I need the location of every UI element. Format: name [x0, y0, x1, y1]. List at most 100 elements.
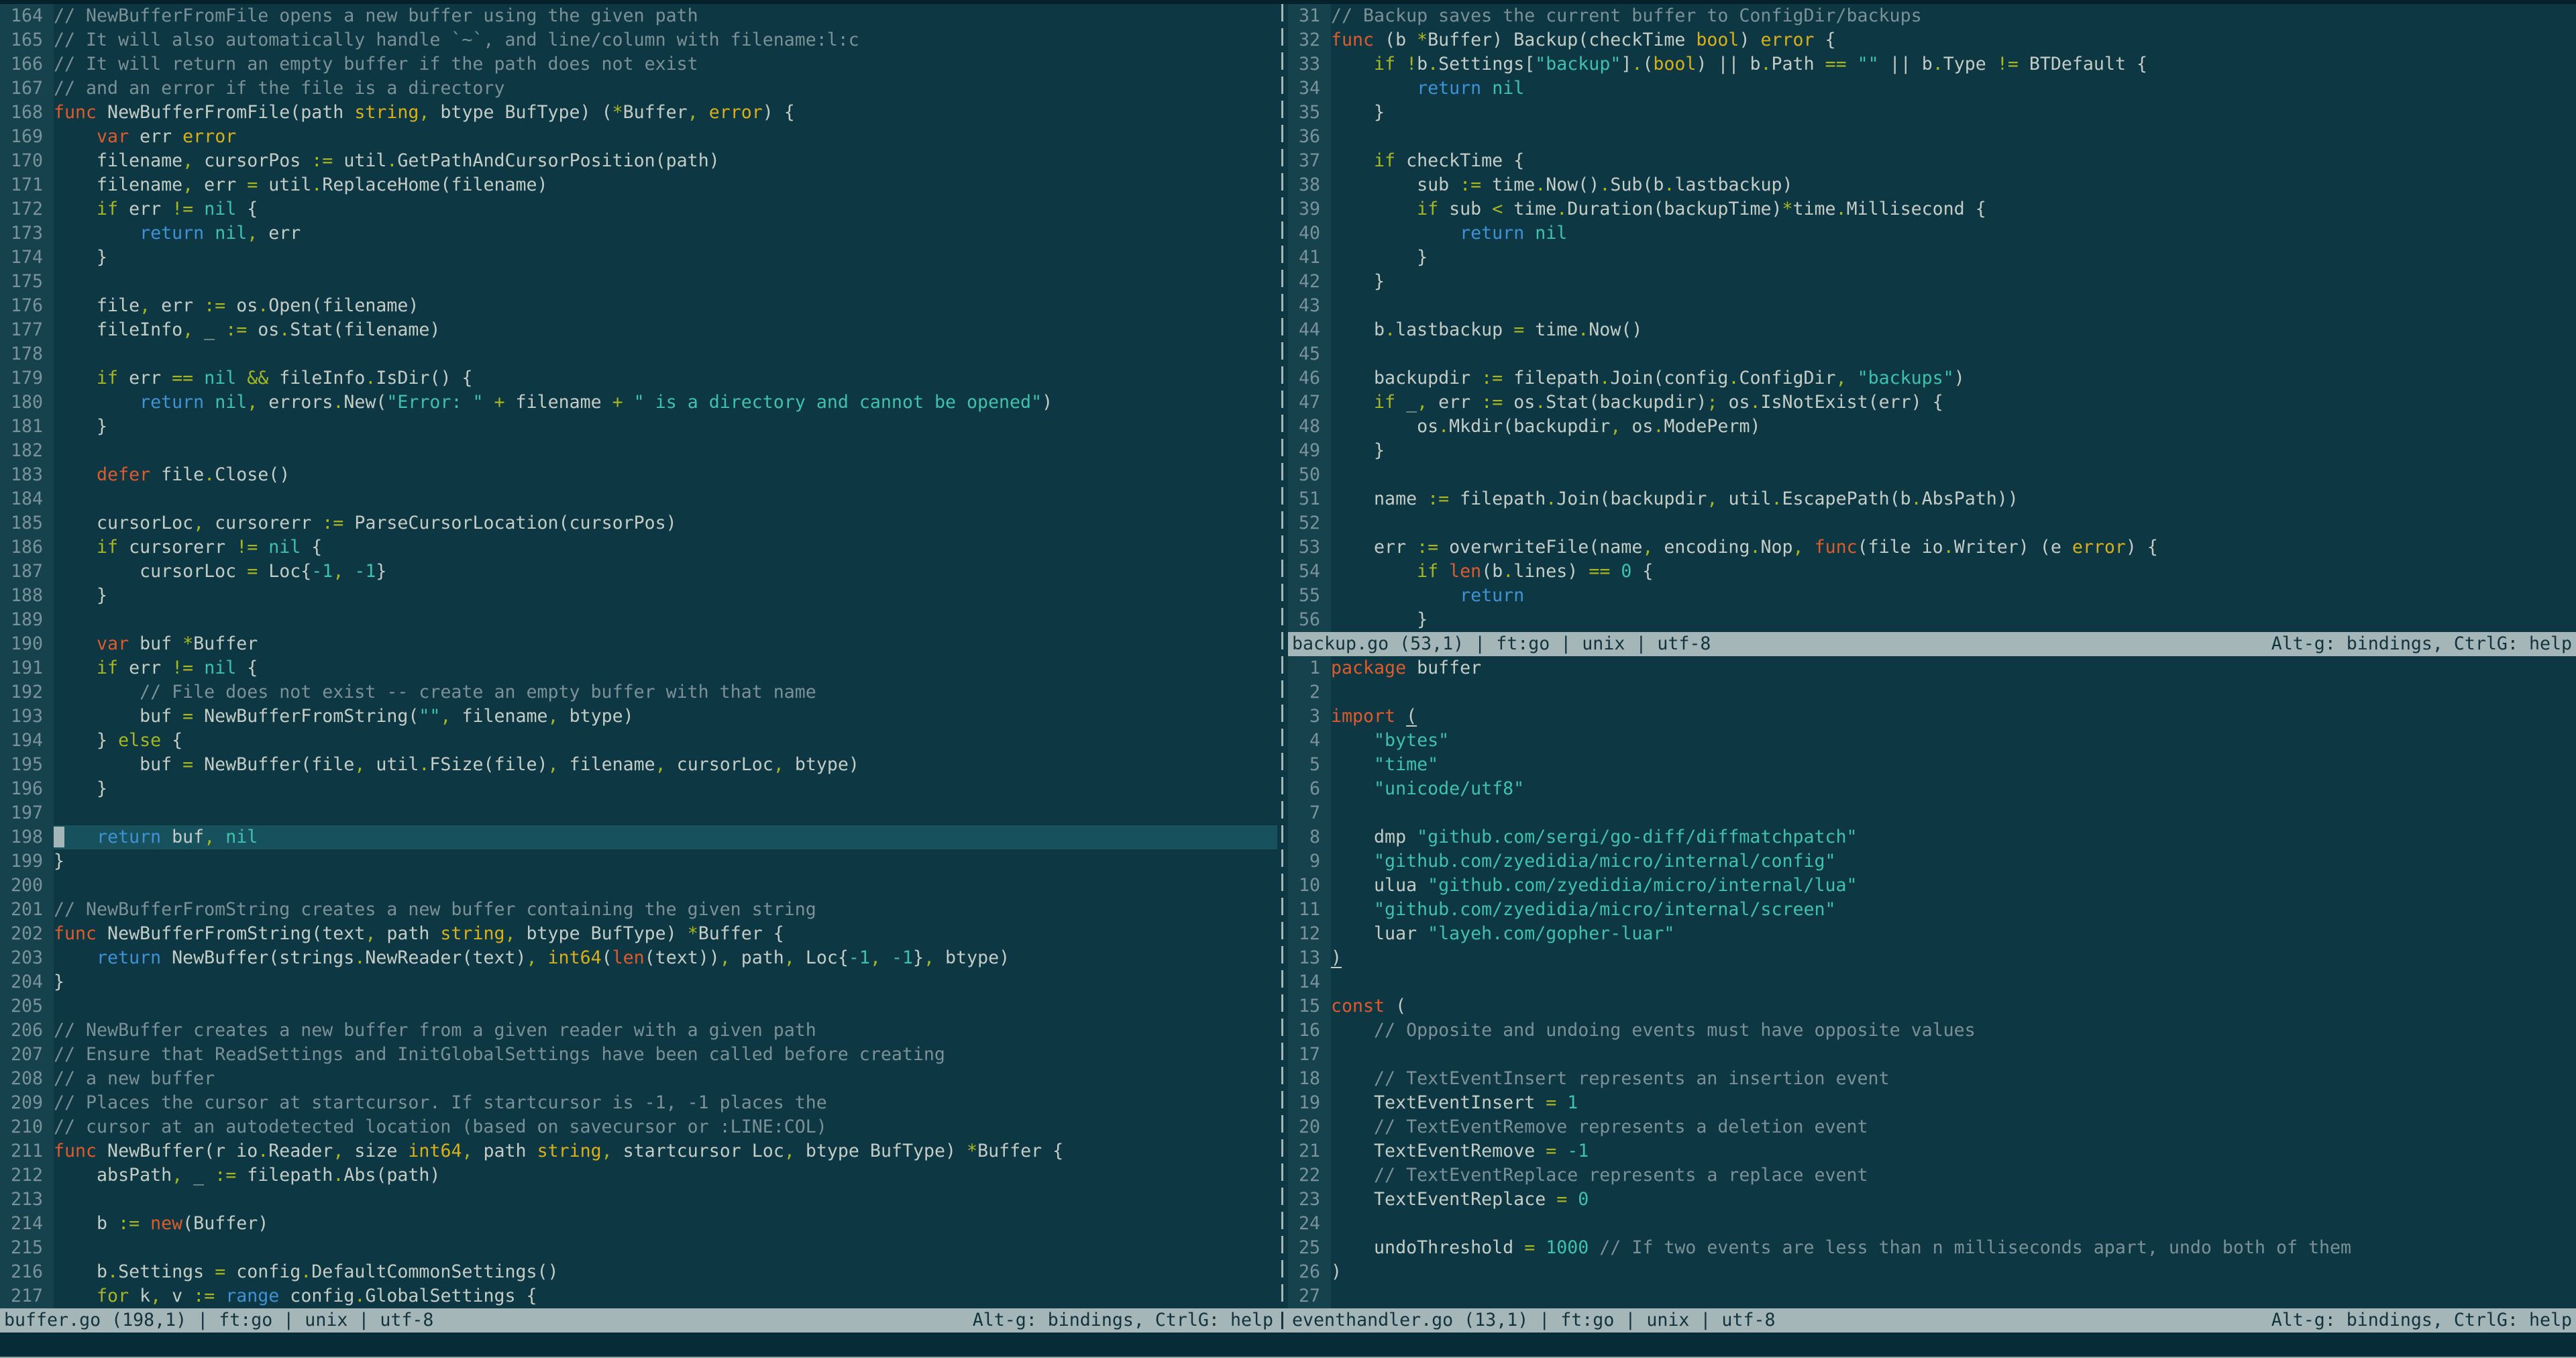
code-line[interactable]: 13 )	[1288, 946, 2576, 970]
code-line[interactable]: 197	[0, 801, 1277, 825]
code-line[interactable]: 7	[1288, 801, 2576, 825]
code-line[interactable]: 54 if len(b.lines) == 0 {	[1288, 560, 2576, 584]
code-line[interactable]: 22 // TextEventReplace represents a repl…	[1288, 1163, 2576, 1188]
code-line[interactable]: 4 "bytes"	[1288, 729, 2576, 753]
code-line[interactable]: 209 // Places the cursor at startcursor.…	[0, 1091, 1277, 1115]
code-line[interactable]: 184	[0, 487, 1277, 511]
code-line[interactable]: 50	[1288, 463, 2576, 487]
code-line[interactable]: 3 import (	[1288, 704, 2576, 729]
code-line[interactable]: 31 // Backup saves the current buffer to…	[1288, 4, 2576, 28]
code-line[interactable]: 216 b.Settings = config.DefaultCommonSet…	[0, 1260, 1277, 1284]
code-line[interactable]: 35 }	[1288, 101, 2576, 125]
code-line[interactable]: 5 "time"	[1288, 753, 2576, 777]
code-line[interactable]: 207 // Ensure that ReadSettings and Init…	[0, 1043, 1277, 1067]
code-line[interactable]: 17	[1288, 1043, 2576, 1067]
code-line[interactable]: 44 b.lastbackup = time.Now()	[1288, 318, 2576, 342]
code-line[interactable]: 196 }	[0, 777, 1277, 801]
code-line[interactable]: 202 func NewBufferFromString(text, path …	[0, 922, 1277, 946]
code-line[interactable]: 208 // a new buffer	[0, 1067, 1277, 1091]
code-line[interactable]: 212 absPath, _ := filepath.Abs(path)	[0, 1163, 1277, 1188]
code-line[interactable]: 181 }	[0, 415, 1277, 439]
code-line[interactable]: 6 "unicode/utf8"	[1288, 777, 2576, 801]
code-line[interactable]: 47 if _, err := os.Stat(backupdir); os.I…	[1288, 390, 2576, 415]
code-line[interactable]: 164 // NewBufferFromFile opens a new buf…	[0, 4, 1277, 28]
code-line[interactable]: 52	[1288, 511, 2576, 535]
code-line[interactable]: 179 if err == nil && fileInfo.IsDir() {	[0, 366, 1277, 390]
code-line[interactable]: 180 return nil, errors.New("Error: " + f…	[0, 390, 1277, 415]
code-line[interactable]: 20 // TextEventRemove represents a delet…	[1288, 1115, 2576, 1139]
code-line[interactable]: 10 ulua "github.com/zyedidia/micro/inter…	[1288, 874, 2576, 898]
code-line[interactable]: 33 if !b.Settings["backup"].(bool) || b.…	[1288, 52, 2576, 76]
code-line[interactable]: 55 return	[1288, 584, 2576, 608]
code-line[interactable]: 45	[1288, 342, 2576, 366]
code-line[interactable]: 206 // NewBuffer creates a new buffer fr…	[0, 1018, 1277, 1043]
editor-pane-eventhandler-go[interactable]: 1 package buffer 2 3 import ( 4 "bytes" …	[1288, 656, 2576, 1308]
code-line[interactable]: 23 TextEventReplace = 0	[1288, 1188, 2576, 1212]
code-line[interactable]: 182	[0, 439, 1277, 463]
code-line[interactable]: 165 // It will also automatically handle…	[0, 28, 1277, 52]
code-line[interactable]: 36	[1288, 125, 2576, 149]
code-line[interactable]: 189	[0, 608, 1277, 632]
code-line[interactable]: 192 // File does not exist -- create an …	[0, 680, 1277, 704]
code-line[interactable]: 168 func NewBufferFromFile(path string, …	[0, 101, 1277, 125]
code-line[interactable]: 200	[0, 874, 1277, 898]
code-line[interactable]: 26 )	[1288, 1260, 2576, 1284]
code-line[interactable]: 214 b := new(Buffer)	[0, 1212, 1277, 1236]
code-line[interactable]: 53 err := overwriteFile(name, encoding.N…	[1288, 535, 2576, 560]
code-line[interactable]: 185 cursorLoc, cursorerr := ParseCursorL…	[0, 511, 1277, 535]
code-line[interactable]: 51 name := filepath.Join(backupdir, util…	[1288, 487, 2576, 511]
code-line[interactable]: 42 }	[1288, 270, 2576, 294]
code-line[interactable]: 191 if err != nil {	[0, 656, 1277, 680]
code-line[interactable]: 32 func (b *Buffer) Backup(checkTime boo…	[1288, 28, 2576, 52]
code-line[interactable]: 170 filename, cursorPos := util.GetPathA…	[0, 149, 1277, 173]
code-line[interactable]: 9 "github.com/zyedidia/micro/internal/co…	[1288, 849, 2576, 874]
code-line[interactable]: 41 }	[1288, 246, 2576, 270]
code-line[interactable]: 204 }	[0, 970, 1277, 994]
code-line[interactable]: 217 for k, v := range config.GlobalSetti…	[0, 1284, 1277, 1308]
code-line[interactable]: 167 // and an error if the file is a dir…	[0, 76, 1277, 101]
code-line[interactable]: 19 TextEventInsert = 1	[1288, 1091, 2576, 1115]
code-line[interactable]: 25 undoThreshold = 1000 // If two events…	[1288, 1236, 2576, 1260]
code-line[interactable]: 188 }	[0, 584, 1277, 608]
code-line[interactable]: 173 return nil, err	[0, 221, 1277, 246]
code-line[interactable]: 198 return buf, nil	[0, 825, 1277, 849]
code-line[interactable]: 193 buf = NewBufferFromString("", filena…	[0, 704, 1277, 729]
code-line[interactable]: 187 cursorLoc = Loc{-1, -1}	[0, 560, 1277, 584]
code-line[interactable]: 166 // It will return an empty buffer if…	[0, 52, 1277, 76]
code-line[interactable]: 213	[0, 1188, 1277, 1212]
code-line[interactable]: 215	[0, 1236, 1277, 1260]
code-line[interactable]: 183 defer file.Close()	[0, 463, 1277, 487]
code-line[interactable]: 18 // TextEventInsert represents an inse…	[1288, 1067, 2576, 1091]
editor-pane-backup-go[interactable]: 31 // Backup saves the current buffer to…	[1288, 4, 2576, 632]
code-line[interactable]: 195 buf = NewBuffer(file, util.FSize(fil…	[0, 753, 1277, 777]
code-line[interactable]: 14	[1288, 970, 2576, 994]
code-line[interactable]: 210 // cursor at an autodetected locatio…	[0, 1115, 1277, 1139]
code-line[interactable]: 211 func NewBuffer(r io.Reader, size int…	[0, 1139, 1277, 1163]
command-line-row[interactable]	[0, 1333, 2576, 1357]
code-line[interactable]: 34 return nil	[1288, 76, 2576, 101]
code-line[interactable]: 39 if sub < time.Duration(backupTime)*ti…	[1288, 197, 2576, 221]
code-line[interactable]: 21 TextEventRemove = -1	[1288, 1139, 2576, 1163]
code-line[interactable]: 194 } else {	[0, 729, 1277, 753]
code-line[interactable]: 199 }	[0, 849, 1277, 874]
code-line[interactable]: 186 if cursorerr != nil {	[0, 535, 1277, 560]
code-line[interactable]: 175	[0, 270, 1277, 294]
code-line[interactable]: 24	[1288, 1212, 2576, 1236]
code-line[interactable]: 11 "github.com/zyedidia/micro/internal/s…	[1288, 898, 2576, 922]
code-line[interactable]: 49 }	[1288, 439, 2576, 463]
code-line[interactable]: 43	[1288, 294, 2576, 318]
code-line[interactable]: 38 sub := time.Now().Sub(b.lastbackup)	[1288, 173, 2576, 197]
code-line[interactable]: 40 return nil	[1288, 221, 2576, 246]
code-line[interactable]: 37 if checkTime {	[1288, 149, 2576, 173]
code-line[interactable]: 171 filename, err = util.ReplaceHome(fil…	[0, 173, 1277, 197]
code-line[interactable]: 190 var buf *Buffer	[0, 632, 1277, 656]
code-line[interactable]: 177 fileInfo, _ := os.Stat(filename)	[0, 318, 1277, 342]
code-line[interactable]: 1 package buffer	[1288, 656, 2576, 680]
code-line[interactable]: 201 // NewBufferFromString creates a new…	[0, 898, 1277, 922]
code-line[interactable]: 203 return NewBuffer(strings.NewReader(t…	[0, 946, 1277, 970]
code-line[interactable]: 8 dmp "github.com/sergi/go-diff/diffmatc…	[1288, 825, 2576, 849]
code-line[interactable]: 15 const (	[1288, 994, 2576, 1018]
code-line[interactable]: 2	[1288, 680, 2576, 704]
code-line[interactable]: 27	[1288, 1284, 2576, 1308]
code-line[interactable]: 178	[0, 342, 1277, 366]
